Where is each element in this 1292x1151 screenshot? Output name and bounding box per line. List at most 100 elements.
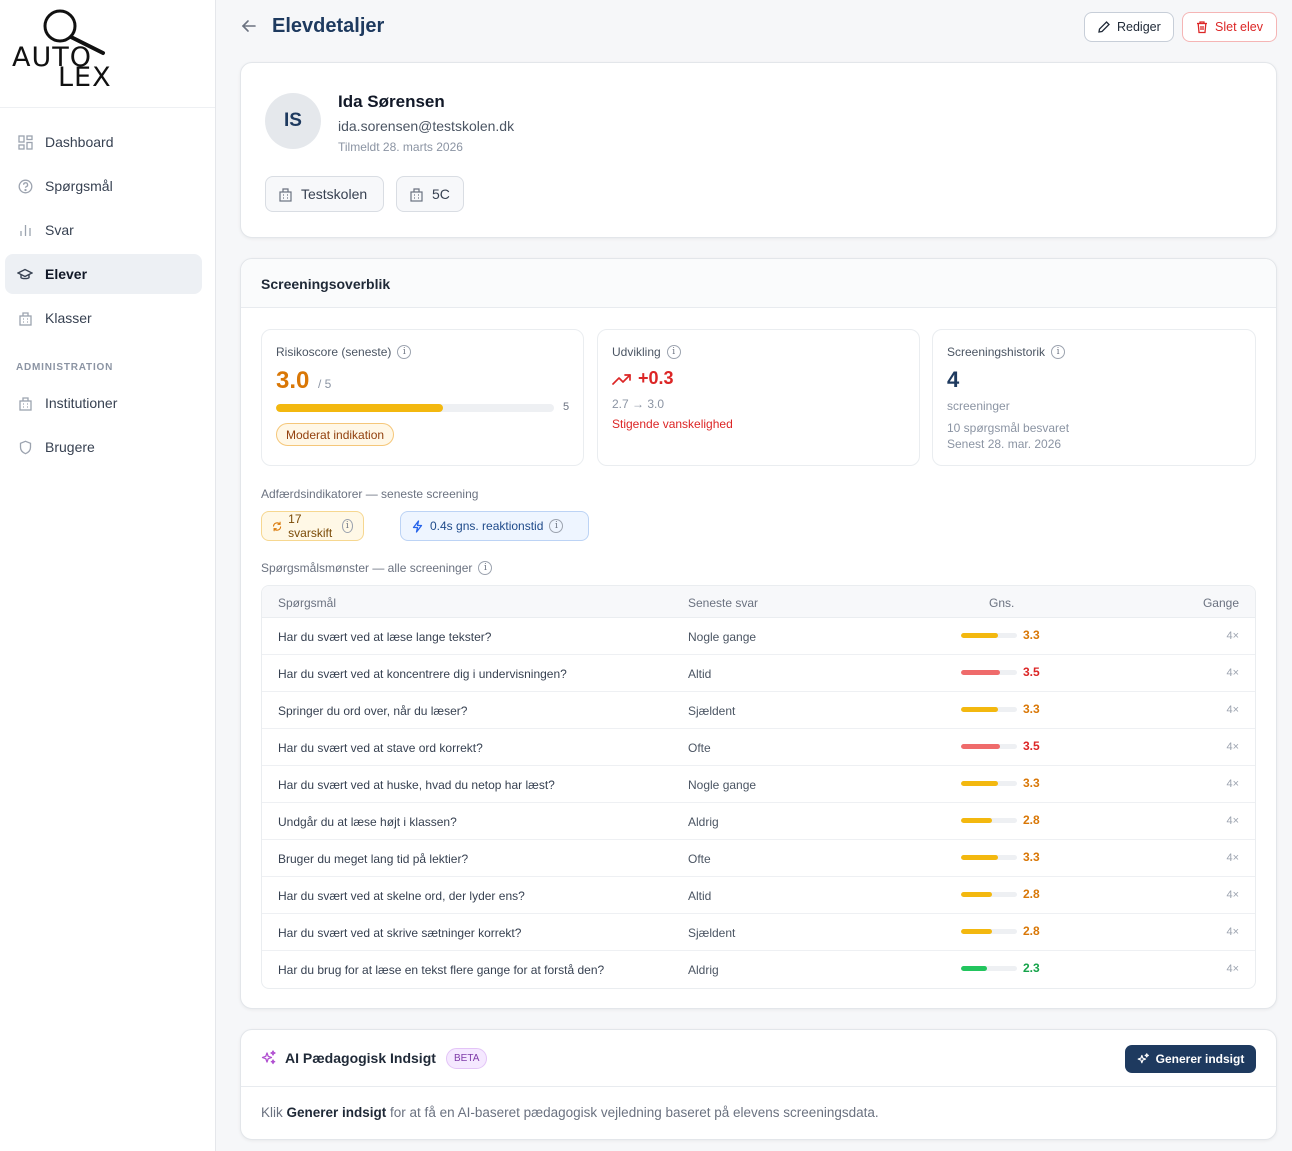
info-icon[interactable]: i — [666, 345, 681, 359]
screening-title: Screeningsoverblik — [241, 259, 1276, 308]
average-bar — [961, 743, 1017, 749]
development-label: Udvikling — [612, 345, 661, 359]
pencil-icon — [1098, 21, 1110, 33]
sidebar-item-dashboard[interactable]: Dashboard — [5, 122, 202, 162]
row-question: Har du svært ved at skrive sætninger kor… — [278, 926, 522, 940]
row-latest-answer: Nogle gange — [688, 778, 757, 792]
row-average: 3.3 — [961, 628, 1040, 642]
row-question: Har du svært ved at skelne ord, der lyde… — [278, 889, 525, 903]
building-icon — [410, 187, 423, 202]
info-icon[interactable]: i — [397, 345, 412, 359]
row-average: 2.3 — [961, 961, 1040, 975]
generate-insight-label: Generer indsigt — [1155, 1052, 1245, 1066]
back-arrow-icon[interactable] — [240, 17, 258, 40]
sidebar-item-label: Dashboard — [45, 134, 114, 150]
lightning-icon — [412, 519, 423, 533]
row-count: 4× — [1226, 963, 1239, 975]
delete-button-label: Slet elev — [1215, 20, 1263, 34]
answer-switches-badge[interactable]: 17 svarskift i — [261, 511, 364, 541]
row-average: 3.5 — [961, 665, 1040, 679]
ai-insight-title: AI Pædagogisk Indsigt — [285, 1050, 436, 1066]
row-latest-answer: Sjældent — [688, 926, 736, 940]
refresh-icon — [273, 521, 282, 531]
average-value: 3.3 — [1023, 850, 1040, 864]
ai-insight-header: AI Pædagogisk Indsigt BETA Generer indsi… — [241, 1030, 1276, 1087]
average-bar — [961, 891, 1017, 897]
sidebar-item-students[interactable]: Elever — [5, 254, 202, 294]
table-row: Har du svært ved at læse lange tekster? N… — [262, 618, 1255, 655]
average-bar — [961, 965, 1017, 971]
column-average: Gns. — [989, 596, 1015, 610]
average-value: 3.3 — [1023, 776, 1040, 790]
row-question: Har du svært ved at stave ord korrekt? — [278, 741, 483, 755]
student-name: Ida Sørensen — [338, 92, 445, 111]
average-bar-fill — [961, 891, 993, 897]
table-row: Har du svært ved at huske, hvad du netop… — [262, 766, 1255, 803]
school-name: Testskolen — [301, 186, 368, 202]
row-latest-answer: Ofte — [688, 852, 711, 866]
logo-line2: LEX — [58, 62, 112, 93]
delete-student-button[interactable]: Slet elev — [1182, 12, 1277, 42]
development-value: +0.3 — [638, 368, 674, 388]
info-icon[interactable]: i — [1051, 345, 1066, 359]
answer-switches-text: 17 svarskift — [288, 512, 333, 540]
sparkles-icon — [1137, 1052, 1149, 1063]
row-average: 2.8 — [961, 924, 1040, 938]
info-icon[interactable]: i — [549, 519, 564, 533]
column-count: Gange — [1202, 596, 1239, 610]
ai-insight-hint: Klik Generer indsigt for at få en AI-bas… — [261, 1105, 879, 1120]
sidebar-item-institutions[interactable]: Institutioner — [5, 383, 202, 423]
school-chip[interactable]: Testskolen — [265, 176, 384, 212]
average-value: 3.5 — [1023, 739, 1040, 753]
development-stat: Udvikling i +0.3 2.7 → 3.0 Stigende vans… — [597, 329, 920, 466]
sidebar-item-answers[interactable]: Svar — [5, 210, 202, 250]
ai-hint-link[interactable]: Generer indsigt — [287, 1105, 387, 1120]
row-question: Bruger du meget lang tid på lektier? — [278, 852, 469, 866]
sidebar-item-label: Spørgsmål — [45, 178, 113, 194]
risk-progress-bar — [276, 404, 554, 412]
sidebar-item-users[interactable]: Brugere — [5, 427, 202, 467]
reaction-time-badge[interactable]: 0.4s gns. reaktionstid i — [400, 511, 589, 541]
behavior-label: Adfærdsindikatorer — seneste screening — [261, 487, 479, 501]
row-latest-answer: Ofte — [688, 741, 711, 755]
info-icon[interactable]: i — [341, 519, 354, 533]
row-average: 2.8 — [961, 813, 1040, 827]
bar-chart-icon — [17, 222, 33, 238]
sidebar-item-questions[interactable]: Spørgsmål — [5, 166, 202, 206]
row-count: 4× — [1226, 778, 1239, 790]
sidebar-item-classes[interactable]: Klasser — [5, 298, 202, 338]
edit-button[interactable]: Rediger — [1084, 12, 1174, 42]
history-count: 4 — [947, 367, 960, 392]
edit-button-label: Rediger — [1117, 20, 1161, 34]
question-pattern-table: Spørgsmål Seneste svar Gns. Gange Har du… — [261, 585, 1256, 989]
shield-icon — [17, 439, 33, 455]
row-question: Springer du ord over, når du læser? — [278, 704, 468, 718]
average-bar — [961, 669, 1017, 675]
row-question: Har du svært ved at læse lange tekster? — [278, 630, 492, 644]
row-count: 4× — [1226, 852, 1239, 864]
average-bar-fill — [961, 669, 1001, 675]
row-count: 4× — [1226, 630, 1239, 642]
average-bar — [961, 928, 1017, 934]
average-bar-fill — [961, 965, 987, 971]
row-question: Har du brug for at læse en tekst flere g… — [278, 963, 605, 977]
risk-badge: Moderat indikation — [276, 423, 395, 446]
sidebar-item-label: Brugere — [45, 439, 95, 455]
class-chip[interactable]: 5C — [396, 176, 464, 212]
trash-icon — [1197, 21, 1207, 34]
table-row: Har du svært ved at stave ord korrekt? Of… — [262, 729, 1255, 766]
average-bar-fill — [961, 817, 993, 823]
row-latest-answer: Altid — [688, 889, 712, 903]
average-value: 2.8 — [1023, 924, 1040, 938]
average-value: 3.3 — [1023, 628, 1040, 642]
risk-score-stat: Risikoscore (seneste) i 3.0 / 5 5 Modera… — [261, 329, 584, 466]
table-header: Spørgsmål Seneste svar Gns. Gange — [262, 586, 1255, 618]
average-bar — [961, 854, 1017, 860]
generate-insight-button[interactable]: Generer indsigt — [1125, 1045, 1256, 1073]
row-count: 4× — [1226, 704, 1239, 716]
info-icon[interactable]: i — [478, 561, 493, 575]
average-value: 3.5 — [1023, 665, 1040, 679]
logo[interactable]: AUTO LEX — [0, 0, 215, 108]
risk-scale-end: 5 — [563, 401, 570, 413]
class-name: 5C — [432, 186, 450, 202]
